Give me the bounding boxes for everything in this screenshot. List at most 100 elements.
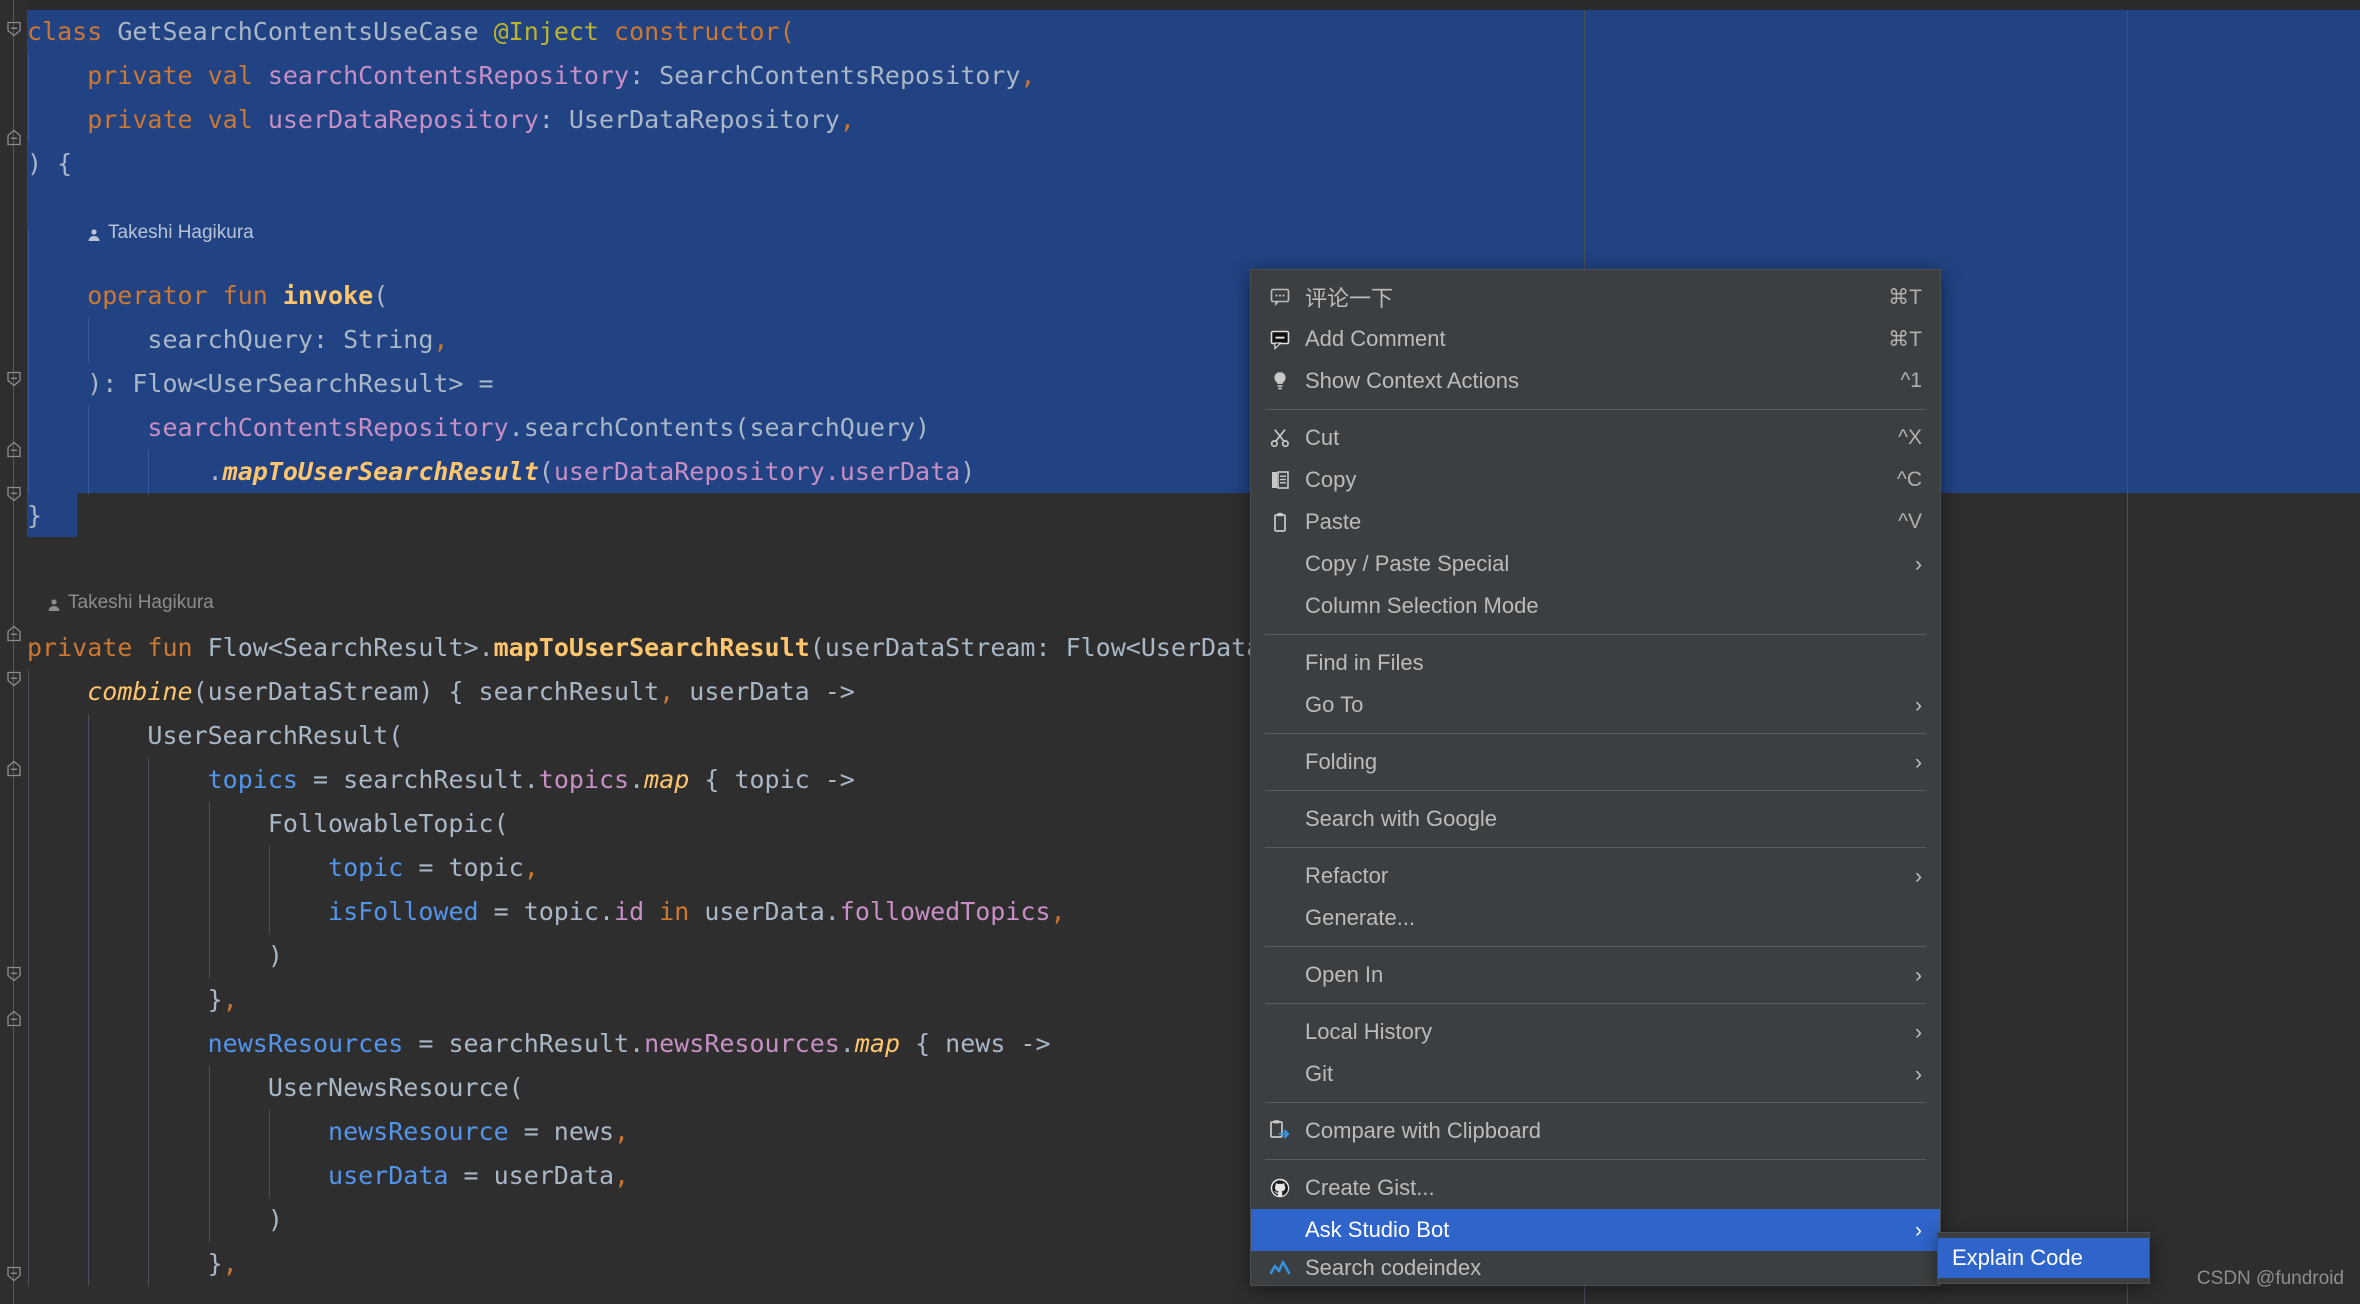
menu-item-paste[interactable]: Paste^V [1251, 501, 1940, 543]
code-token: ) [960, 457, 975, 486]
menu-item-cut[interactable]: Cut^X [1251, 417, 1940, 459]
code-token: , [659, 677, 674, 706]
submenu-item-label: Explain Code [1952, 1245, 2135, 1271]
menu-item-[interactable]: 评论一下⌘T [1251, 276, 1940, 318]
code-line: UserNewsResource( [27, 1066, 524, 1110]
menu-separator [1265, 847, 1926, 848]
code-line: FollowableTopic( [27, 802, 509, 846]
code-vision-author-name: Takeshi Hagikura [108, 222, 254, 244]
code-text-layer[interactable]: class GetSearchContentsUseCase @Inject c… [0, 0, 2360, 1304]
menu-item-ask-studio-bot[interactable]: Ask Studio Bot› [1251, 1209, 1940, 1251]
code-line: ): Flow<UserSearchResult> = [27, 362, 494, 406]
code-token: userData [328, 1161, 448, 1190]
menu-item-show-context-actions[interactable]: Show Context Actions^1 [1251, 360, 1940, 402]
code-token: { topic -> [689, 765, 855, 794]
code-token [27, 897, 328, 926]
menu-item-label: Add Comment [1305, 326, 1868, 352]
ask-studio-bot-submenu[interactable]: Explain Code [1937, 1232, 2150, 1284]
menu-item-generate[interactable]: Generate... [1251, 897, 1940, 939]
code-token: private val [27, 105, 268, 134]
fold-marker[interactable] [5, 760, 23, 778]
menu-item-shortcut: ^X [1898, 426, 1922, 450]
code-editor[interactable]: class GetSearchContentsUseCase @Inject c… [0, 0, 2360, 1304]
menu-item-copy[interactable]: Copy^C [1251, 459, 1940, 501]
code-vision-author-name: Takeshi Hagikura [68, 592, 214, 614]
watermark: CSDN @fundroid [2197, 1268, 2344, 1290]
code-token [27, 853, 328, 882]
menu-item-folding[interactable]: Folding› [1251, 741, 1940, 783]
editor-gutter[interactable] [0, 0, 27, 1304]
menu-item-label: Refactor [1305, 863, 1895, 889]
code-token: ) [27, 941, 283, 970]
menu-item-shortcut: ^V [1898, 510, 1922, 534]
code-token: : UserDataRepository [539, 105, 840, 134]
code-token: map [855, 1029, 900, 1058]
menu-item-copy-paste-special[interactable]: Copy / Paste Special› [1251, 543, 1940, 585]
submenu-item-explain-code[interactable]: Explain Code [1938, 1238, 2149, 1278]
code-line: class GetSearchContentsUseCase @Inject c… [27, 10, 795, 54]
code-line: ) [27, 934, 283, 978]
menu-item-label: Search with Google [1305, 806, 1922, 832]
menu-item-column-selection-mode[interactable]: Column Selection Mode [1251, 585, 1940, 627]
code-vision-author[interactable]: Takeshi Hagikura [87, 222, 254, 244]
code-token: = userData [448, 1161, 614, 1190]
menu-item-label: Local History [1305, 1019, 1895, 1045]
code-token: userData. [689, 897, 840, 926]
code-token [27, 1161, 328, 1190]
code-token: .searchContents(searchQuery) [509, 413, 930, 442]
fold-marker[interactable] [5, 441, 23, 459]
fold-marker[interactable] [5, 129, 23, 147]
code-line: }, [27, 978, 238, 1022]
menu-separator [1265, 1159, 1926, 1160]
code-token: ) { [27, 149, 72, 178]
menu-item-git[interactable]: Git› [1251, 1053, 1940, 1095]
fold-marker[interactable] [5, 625, 23, 643]
code-line: .mapToUserSearchResult(userDataRepositor… [27, 450, 975, 494]
menu-item-label: Find in Files [1305, 650, 1922, 676]
code-token: constructor( [614, 17, 795, 46]
menu-item-open-in[interactable]: Open In› [1251, 954, 1940, 996]
menu-item-search-codeindex[interactable]: Search codeindex [1251, 1251, 1940, 1285]
code-token: (userDataStream) { searchResult [193, 677, 660, 706]
menu-item-icon-placeholder [1265, 1019, 1295, 1045]
editor-context-menu[interactable]: 评论一下⌘TAdd Comment⌘TShow Context Actions^… [1250, 269, 1941, 1286]
fold-marker[interactable] [5, 1010, 23, 1028]
menu-item-find-in-files[interactable]: Find in Files [1251, 642, 1940, 684]
scissors-icon [1265, 425, 1295, 451]
code-token: , [614, 1161, 629, 1190]
chevron-right-icon: › [1915, 866, 1922, 887]
menu-separator [1265, 790, 1926, 791]
menu-item-icon-placeholder [1265, 692, 1295, 718]
menu-item-search-with-google[interactable]: Search with Google [1251, 798, 1940, 840]
menu-item-label: Go To [1305, 692, 1895, 718]
fold-marker[interactable] [5, 20, 23, 38]
menu-item-refactor[interactable]: Refactor › [1251, 855, 1940, 897]
code-token: Flow<SearchResult> [208, 633, 479, 662]
code-token: private val [27, 61, 268, 90]
code-token [27, 1029, 208, 1058]
chevron-right-icon: › [1915, 1064, 1922, 1085]
code-token: newsResource [328, 1117, 509, 1146]
menu-item-local-history[interactable]: Local History› [1251, 1011, 1940, 1053]
code-token: FollowableTopic( [27, 809, 509, 838]
menu-item-create-gist[interactable]: Create Gist... [1251, 1167, 1940, 1209]
add-comment-icon [1265, 326, 1295, 352]
menu-item-shortcut: ^1 [1900, 369, 1922, 393]
menu-item-label: Copy [1305, 467, 1877, 493]
menu-item-add-comment[interactable]: Add Comment⌘T [1251, 318, 1940, 360]
fold-marker[interactable] [5, 965, 23, 983]
fold-marker[interactable] [5, 370, 23, 388]
fold-marker[interactable] [5, 670, 23, 688]
fold-marker[interactable] [5, 1265, 23, 1283]
code-token: searchContentsRepository [147, 413, 508, 442]
menu-item-compare-with-clipboard[interactable]: Compare with Clipboard [1251, 1110, 1940, 1152]
comment-bubble-icon [1265, 284, 1295, 310]
code-vision-author[interactable]: Takeshi Hagikura [47, 592, 214, 614]
menu-item-icon-placeholder [1265, 593, 1295, 619]
code-token: = news [509, 1117, 614, 1146]
code-token: private fun [27, 633, 208, 662]
fold-marker[interactable] [5, 485, 23, 503]
codeindex-icon [1265, 1255, 1295, 1281]
code-token: class [27, 17, 117, 46]
menu-item-go-to[interactable]: Go To› [1251, 684, 1940, 726]
